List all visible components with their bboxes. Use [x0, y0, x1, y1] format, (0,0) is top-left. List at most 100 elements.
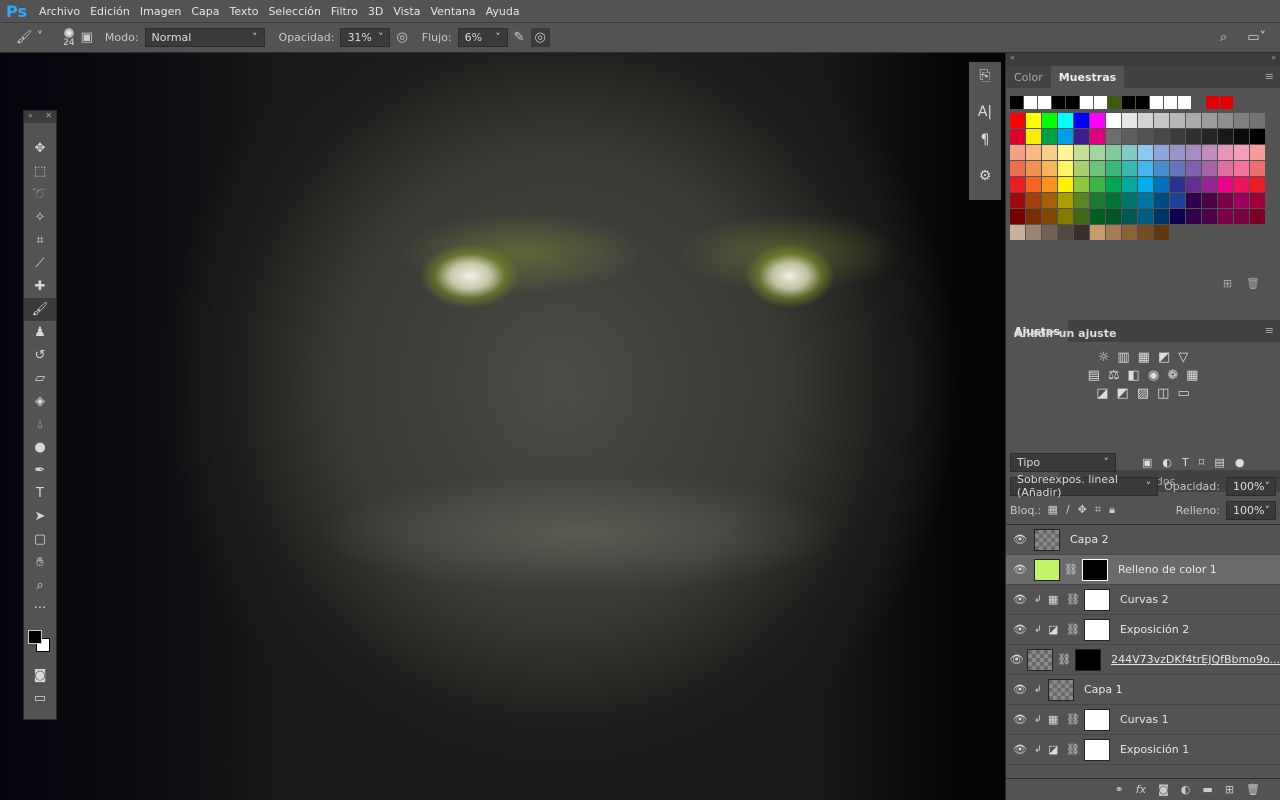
swatch[interactable] [1108, 96, 1121, 109]
swatch[interactable] [1058, 129, 1073, 144]
swatch[interactable] [1058, 193, 1073, 208]
adjustment-icon[interactable]: ▦ [1138, 350, 1150, 365]
swatch[interactable] [1090, 193, 1105, 208]
swatch[interactable] [1138, 129, 1153, 144]
swatch[interactable] [1250, 161, 1265, 176]
mask-thumbnail[interactable] [1083, 618, 1110, 641]
search-icon[interactable]: ⌕ [1220, 30, 1227, 45]
trash-icon[interactable]: 🗑︎ [1246, 277, 1260, 290]
swatch[interactable] [1038, 96, 1051, 109]
swatch[interactable] [1202, 193, 1217, 208]
swatch[interactable] [1042, 177, 1057, 192]
swatch[interactable] [1010, 177, 1025, 192]
swatch[interactable] [1026, 113, 1041, 128]
swatch[interactable] [1154, 113, 1169, 128]
adjustment-icon[interactable]: ▨ [1137, 386, 1149, 401]
menu-seleccion[interactable]: Selección [268, 5, 320, 18]
mask-thumbnail[interactable] [1083, 708, 1110, 731]
swatch[interactable] [1074, 161, 1089, 176]
menu-vista[interactable]: Vista [393, 5, 420, 18]
swatch[interactable] [1106, 145, 1121, 160]
lock-artboard-icon[interactable]: ⌗ [1095, 503, 1101, 517]
adjustment-icon[interactable]: ◧ [1128, 368, 1140, 383]
swatch[interactable] [1138, 225, 1153, 240]
filter-smart-icon[interactable]: ▤ [1214, 456, 1224, 469]
swatch[interactable] [1026, 209, 1041, 224]
swatch[interactable] [1170, 145, 1185, 160]
eyedropper-icon[interactable]: ⟋ [24, 252, 56, 275]
swatch[interactable] [1250, 129, 1265, 144]
link-icon[interactable]: ⛓︎ [1066, 713, 1080, 726]
swatch[interactable] [1074, 113, 1089, 128]
swatch[interactable] [1250, 145, 1265, 160]
panel-menu-icon[interactable]: ≡ [1265, 70, 1274, 83]
foreground-color[interactable] [28, 630, 42, 644]
swatch[interactable] [1138, 209, 1153, 224]
menu-imagen[interactable]: Imagen [140, 5, 181, 18]
layer-row[interactable]: 👁︎ ↲ ◪ ⛓︎ Exposición 1 [1006, 735, 1280, 765]
visibility-eye-icon[interactable]: 👁︎ [1006, 683, 1034, 696]
swatch[interactable] [1206, 96, 1219, 109]
swatch[interactable] [1052, 96, 1065, 109]
swatch[interactable] [1106, 209, 1121, 224]
swatch[interactable] [1058, 161, 1073, 176]
swatch[interactable] [1106, 129, 1121, 144]
layer-row[interactable]: 👁︎ ↲ ▦ ⛓︎ Curvas 1 [1006, 705, 1280, 735]
swatch[interactable] [1026, 193, 1041, 208]
swatch[interactable] [1010, 113, 1025, 128]
flow-input[interactable]: 6% ˅ [457, 28, 508, 47]
lock-all-icon[interactable]: 🔒︎ [1109, 503, 1115, 517]
layer-name[interactable]: Capa 1 [1084, 683, 1123, 696]
swatch[interactable] [1074, 225, 1089, 240]
dodge-icon[interactable]: ● [24, 436, 56, 459]
pressure-opacity-icon[interactable]: ◎ [396, 30, 407, 45]
swatch[interactable] [1122, 209, 1137, 224]
swatch[interactable] [1080, 96, 1093, 109]
paragraph-icon[interactable]: ¶ [969, 126, 1001, 154]
visibility-eye-icon[interactable]: 👁︎ [1006, 563, 1034, 576]
swatch[interactable] [1218, 113, 1233, 128]
swatch[interactable] [1186, 193, 1201, 208]
swatch[interactable] [1186, 129, 1201, 144]
swatch[interactable] [1218, 161, 1233, 176]
swatch[interactable] [1010, 193, 1025, 208]
swatch[interactable] [1154, 129, 1169, 144]
swatch[interactable] [1234, 129, 1249, 144]
healing-icon[interactable]: ✚ [24, 275, 56, 298]
swatch[interactable] [1066, 96, 1079, 109]
filter-pixel-icon[interactable]: ▣ [1142, 456, 1152, 469]
layer-name[interactable]: 244V73vzDKf4trEJQfBbmo9o... [1111, 653, 1280, 666]
lock-transparency-icon[interactable]: ▦ [1048, 503, 1058, 517]
layer-row[interactable]: 👁︎ Capa 2 [1006, 525, 1280, 555]
visibility-eye-icon[interactable]: 👁︎ [1006, 593, 1034, 606]
swatch[interactable] [1074, 145, 1089, 160]
layer-name[interactable]: Exposición 1 [1120, 743, 1189, 756]
swatch[interactable] [1218, 209, 1233, 224]
screen-mode-icon[interactable]: ▭ [24, 687, 56, 710]
mask-icon[interactable]: ◙ [1158, 783, 1169, 796]
history-brush-icon[interactable]: ↺ [24, 344, 56, 367]
adjustment-icon[interactable]: ▤ [1088, 368, 1100, 383]
menu-texto[interactable]: Texto [229, 5, 258, 18]
swatch[interactable] [1138, 177, 1153, 192]
opacity-input[interactable]: 31% ˅ [340, 28, 391, 47]
swatch[interactable] [1090, 113, 1105, 128]
menu-capa[interactable]: Capa [191, 5, 219, 18]
swatch[interactable] [1250, 177, 1265, 192]
more-icon[interactable]: ··· [24, 597, 56, 620]
swatch[interactable] [1042, 161, 1057, 176]
swatch[interactable] [1234, 161, 1249, 176]
swatch[interactable] [1010, 225, 1025, 240]
swatch[interactable] [1218, 177, 1233, 192]
layer-row[interactable]: 👁︎ ↲ ◪ ⛓︎ Exposición 2 [1006, 615, 1280, 645]
fill-color-thumbnail[interactable] [1034, 558, 1060, 581]
path-select-icon[interactable]: ➤ [24, 505, 56, 528]
fill-input[interactable]: 100% ˅ [1226, 500, 1276, 520]
swatch[interactable] [1202, 209, 1217, 224]
workspace-icon[interactable]: ▭˅ [1247, 30, 1266, 45]
swatch[interactable] [1170, 129, 1185, 144]
swatch[interactable] [1138, 161, 1153, 176]
color-swatches[interactable] [24, 624, 56, 664]
swatch[interactable] [1234, 193, 1249, 208]
fx-icon[interactable]: fx [1136, 783, 1146, 796]
